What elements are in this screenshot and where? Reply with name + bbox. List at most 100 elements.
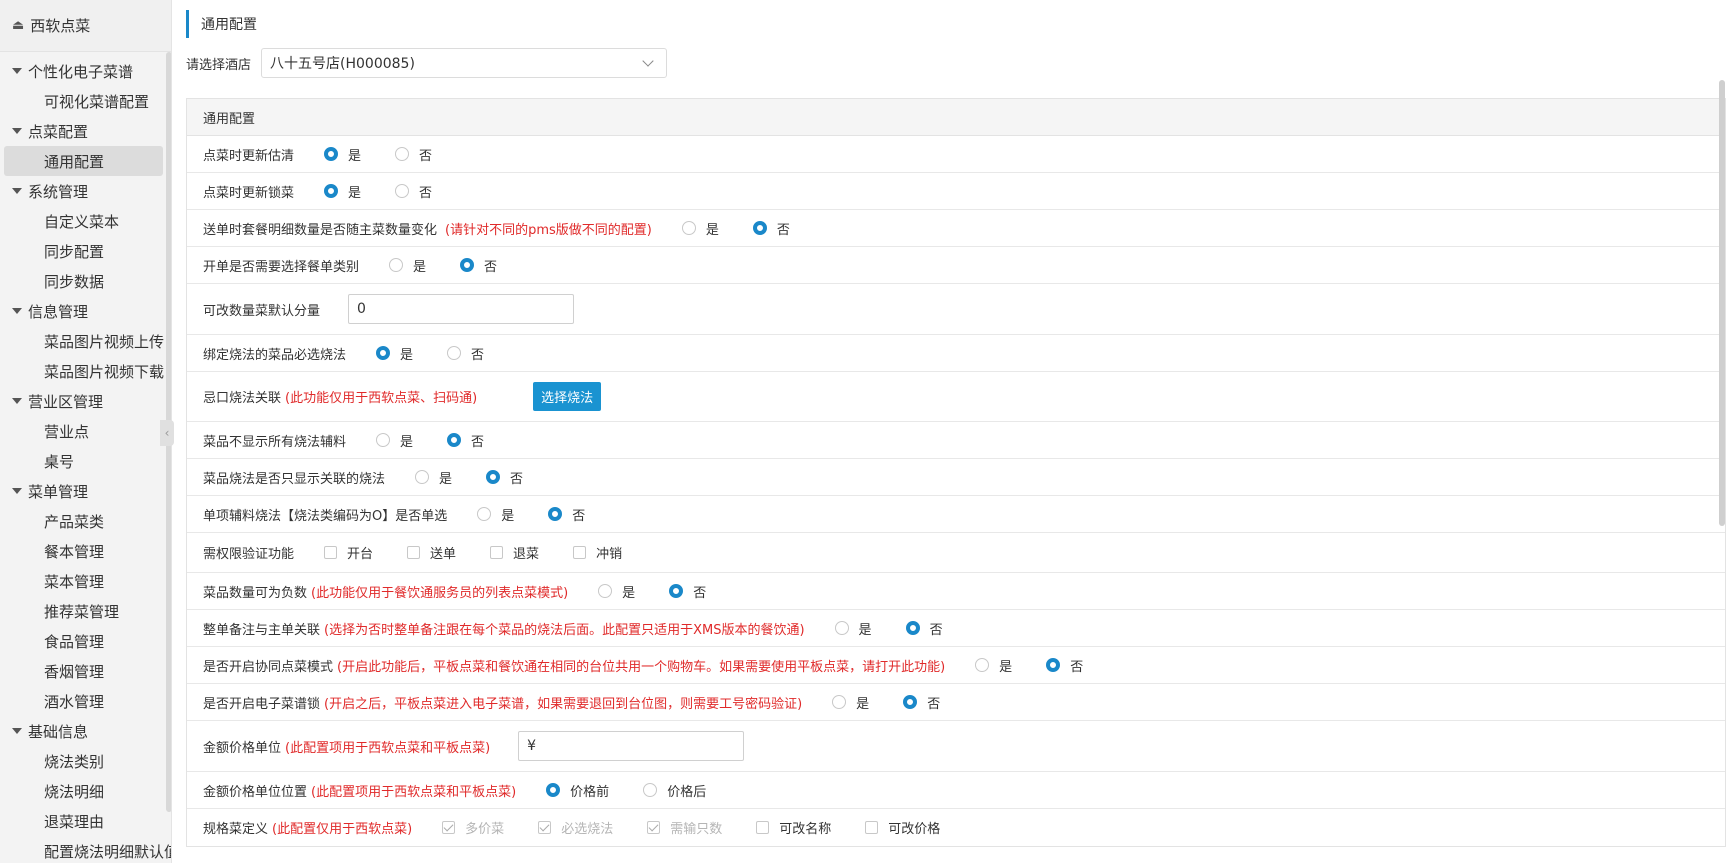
checkbox-box[interactable] <box>865 821 879 834</box>
radio-checked[interactable] <box>324 147 339 161</box>
radio-yes[interactable]: 是 <box>477 505 514 524</box>
sidebar-group-order-config[interactable]: 点菜配置 <box>0 116 171 146</box>
radio-unchecked[interactable] <box>598 584 613 598</box>
radio-yes[interactable]: 是 <box>975 656 1012 675</box>
radio-no[interactable]: 否 <box>903 693 940 712</box>
radio-checked[interactable] <box>546 783 561 797</box>
checkbox-required-cook[interactable]: 必选烧法 <box>538 818 613 837</box>
radio-unchecked[interactable] <box>389 258 404 272</box>
checkbox-return-dish[interactable]: 退菜 <box>490 543 539 562</box>
checkbox-box-checked[interactable] <box>647 821 661 834</box>
radio-no[interactable]: 否 <box>486 468 523 487</box>
sidebar-item-drinks[interactable]: 酒水管理 <box>0 686 171 716</box>
checkbox-box-checked[interactable] <box>442 821 456 834</box>
sidebar-item-general-config[interactable]: 通用配置 <box>4 146 163 176</box>
radio-yes[interactable]: 是 <box>324 182 361 201</box>
radio-no[interactable]: 否 <box>905 619 943 638</box>
sidebar-item-tobacco[interactable]: 香烟管理 <box>0 656 171 686</box>
radio-yes[interactable]: 是 <box>681 219 719 238</box>
checkbox-reverse[interactable]: 冲销 <box>573 543 622 562</box>
sidebar-item-media-download[interactable]: 菜品图片视频下载 <box>0 356 171 386</box>
sidebar-group-menu-mgmt[interactable]: 菜单管理 <box>0 476 171 506</box>
radio-unchecked[interactable] <box>376 433 391 447</box>
radio-yes[interactable]: 是 <box>832 693 869 712</box>
sidebar-item-food[interactable]: 食品管理 <box>0 626 171 656</box>
radio-yes[interactable]: 是 <box>376 431 413 450</box>
sidebar-group-basic-info[interactable]: 基础信息 <box>0 716 171 746</box>
radio-no[interactable]: 否 <box>395 145 432 164</box>
currency-unit-input[interactable]: ¥ <box>518 731 745 761</box>
checkbox-multi-price[interactable]: 多价菜 <box>442 818 504 837</box>
sidebar-item-cook-default[interactable]: 配置烧法明细默认值 <box>0 836 171 863</box>
radio-yes[interactable]: 是 <box>324 145 361 164</box>
radio-no[interactable]: 否 <box>447 344 484 363</box>
sidebar-item-recommend[interactable]: 推荐菜管理 <box>0 596 171 626</box>
radio-yes[interactable]: 是 <box>376 344 413 363</box>
radio-checked[interactable] <box>905 621 920 635</box>
radio-unchecked[interactable] <box>681 221 696 235</box>
sidebar-group-info[interactable]: 信息管理 <box>0 296 171 326</box>
radio-no[interactable]: 否 <box>669 582 706 601</box>
sidebar-item-product-category[interactable]: 产品菜类 <box>0 506 171 536</box>
radio-unchecked[interactable] <box>643 783 658 797</box>
default-portion-input[interactable]: 0 <box>348 294 575 324</box>
sidebar-item-outlet[interactable]: 营业点 <box>0 416 171 446</box>
sidebar-item-media-upload[interactable]: 菜品图片视频上传 <box>0 326 171 356</box>
sidebar-item-custom-menu[interactable]: 自定义菜本 <box>0 206 171 236</box>
radio-yes[interactable]: 是 <box>415 468 452 487</box>
radio-no[interactable]: 否 <box>447 431 484 450</box>
radio-yes[interactable]: 是 <box>598 582 635 601</box>
checkbox-box[interactable] <box>324 546 338 559</box>
sidebar-item-dish-book[interactable]: 菜本管理 <box>0 566 171 596</box>
checkbox-box[interactable] <box>407 546 421 559</box>
checkbox-edit-price[interactable]: 可改价格 <box>865 818 940 837</box>
radio-unchecked[interactable] <box>975 658 990 672</box>
sidebar-header[interactable]: ⏏ 西软点菜 <box>0 0 171 52</box>
radio-before-price[interactable]: 价格前 <box>546 781 609 800</box>
checkbox-box-checked[interactable] <box>538 821 552 834</box>
radio-checked[interactable] <box>486 470 501 484</box>
radio-no[interactable]: 否 <box>548 505 585 524</box>
radio-yes[interactable]: 是 <box>834 619 872 638</box>
main-scrollbar[interactable] <box>1719 80 1725 526</box>
radio-unchecked[interactable] <box>834 621 849 635</box>
checkbox-box[interactable] <box>490 546 504 559</box>
radio-no[interactable]: 否 <box>752 219 790 238</box>
sidebar-group-business-area[interactable]: 营业区管理 <box>0 386 171 416</box>
radio-checked[interactable] <box>548 507 563 521</box>
radio-checked[interactable] <box>447 433 462 447</box>
radio-unchecked[interactable] <box>415 470 430 484</box>
radio-checked[interactable] <box>752 221 767 235</box>
radio-unchecked[interactable] <box>395 147 410 161</box>
radio-checked[interactable] <box>460 258 475 272</box>
sidebar-item-table-no[interactable]: 桌号 <box>0 446 171 476</box>
radio-no[interactable]: 否 <box>460 256 497 275</box>
sidebar-group-menu-design[interactable]: 个性化电子菜谱 <box>0 56 171 86</box>
sidebar-item-sync-data[interactable]: 同步数据 <box>0 266 171 296</box>
radio-after-price[interactable]: 价格后 <box>643 781 706 800</box>
radio-checked[interactable] <box>669 584 684 598</box>
hotel-select[interactable]: 八十五号店(H000085) <box>261 48 668 78</box>
radio-checked[interactable] <box>376 346 391 360</box>
radio-checked[interactable] <box>1046 658 1061 672</box>
checkbox-send-order[interactable]: 送单 <box>407 543 456 562</box>
radio-yes[interactable]: 是 <box>389 256 426 275</box>
checkbox-edit-name[interactable]: 可改名称 <box>756 818 831 837</box>
sidebar-item-visual-menu[interactable]: 可视化菜谱配置 <box>0 86 171 116</box>
radio-unchecked[interactable] <box>477 507 492 521</box>
checkbox-open-table[interactable]: 开台 <box>324 543 373 562</box>
sidebar-item-meal-book[interactable]: 餐本管理 <box>0 536 171 566</box>
sidebar-item-cook-category[interactable]: 烧法类别 <box>0 746 171 776</box>
sidebar-item-sync-config[interactable]: 同步配置 <box>0 236 171 266</box>
radio-no[interactable]: 否 <box>395 182 432 201</box>
collapse-sidebar-button[interactable]: ‹ <box>160 420 174 446</box>
radio-unchecked[interactable] <box>447 346 462 360</box>
checkbox-box[interactable] <box>756 821 770 834</box>
radio-unchecked[interactable] <box>395 184 410 198</box>
sidebar-group-system[interactable]: 系统管理 <box>0 176 171 206</box>
radio-checked[interactable] <box>324 184 339 198</box>
radio-unchecked[interactable] <box>832 695 847 709</box>
radio-checked[interactable] <box>903 695 918 709</box>
sidebar-item-cook-detail[interactable]: 烧法明细 <box>0 776 171 806</box>
checkbox-input-count[interactable]: 需输只数 <box>647 818 722 837</box>
